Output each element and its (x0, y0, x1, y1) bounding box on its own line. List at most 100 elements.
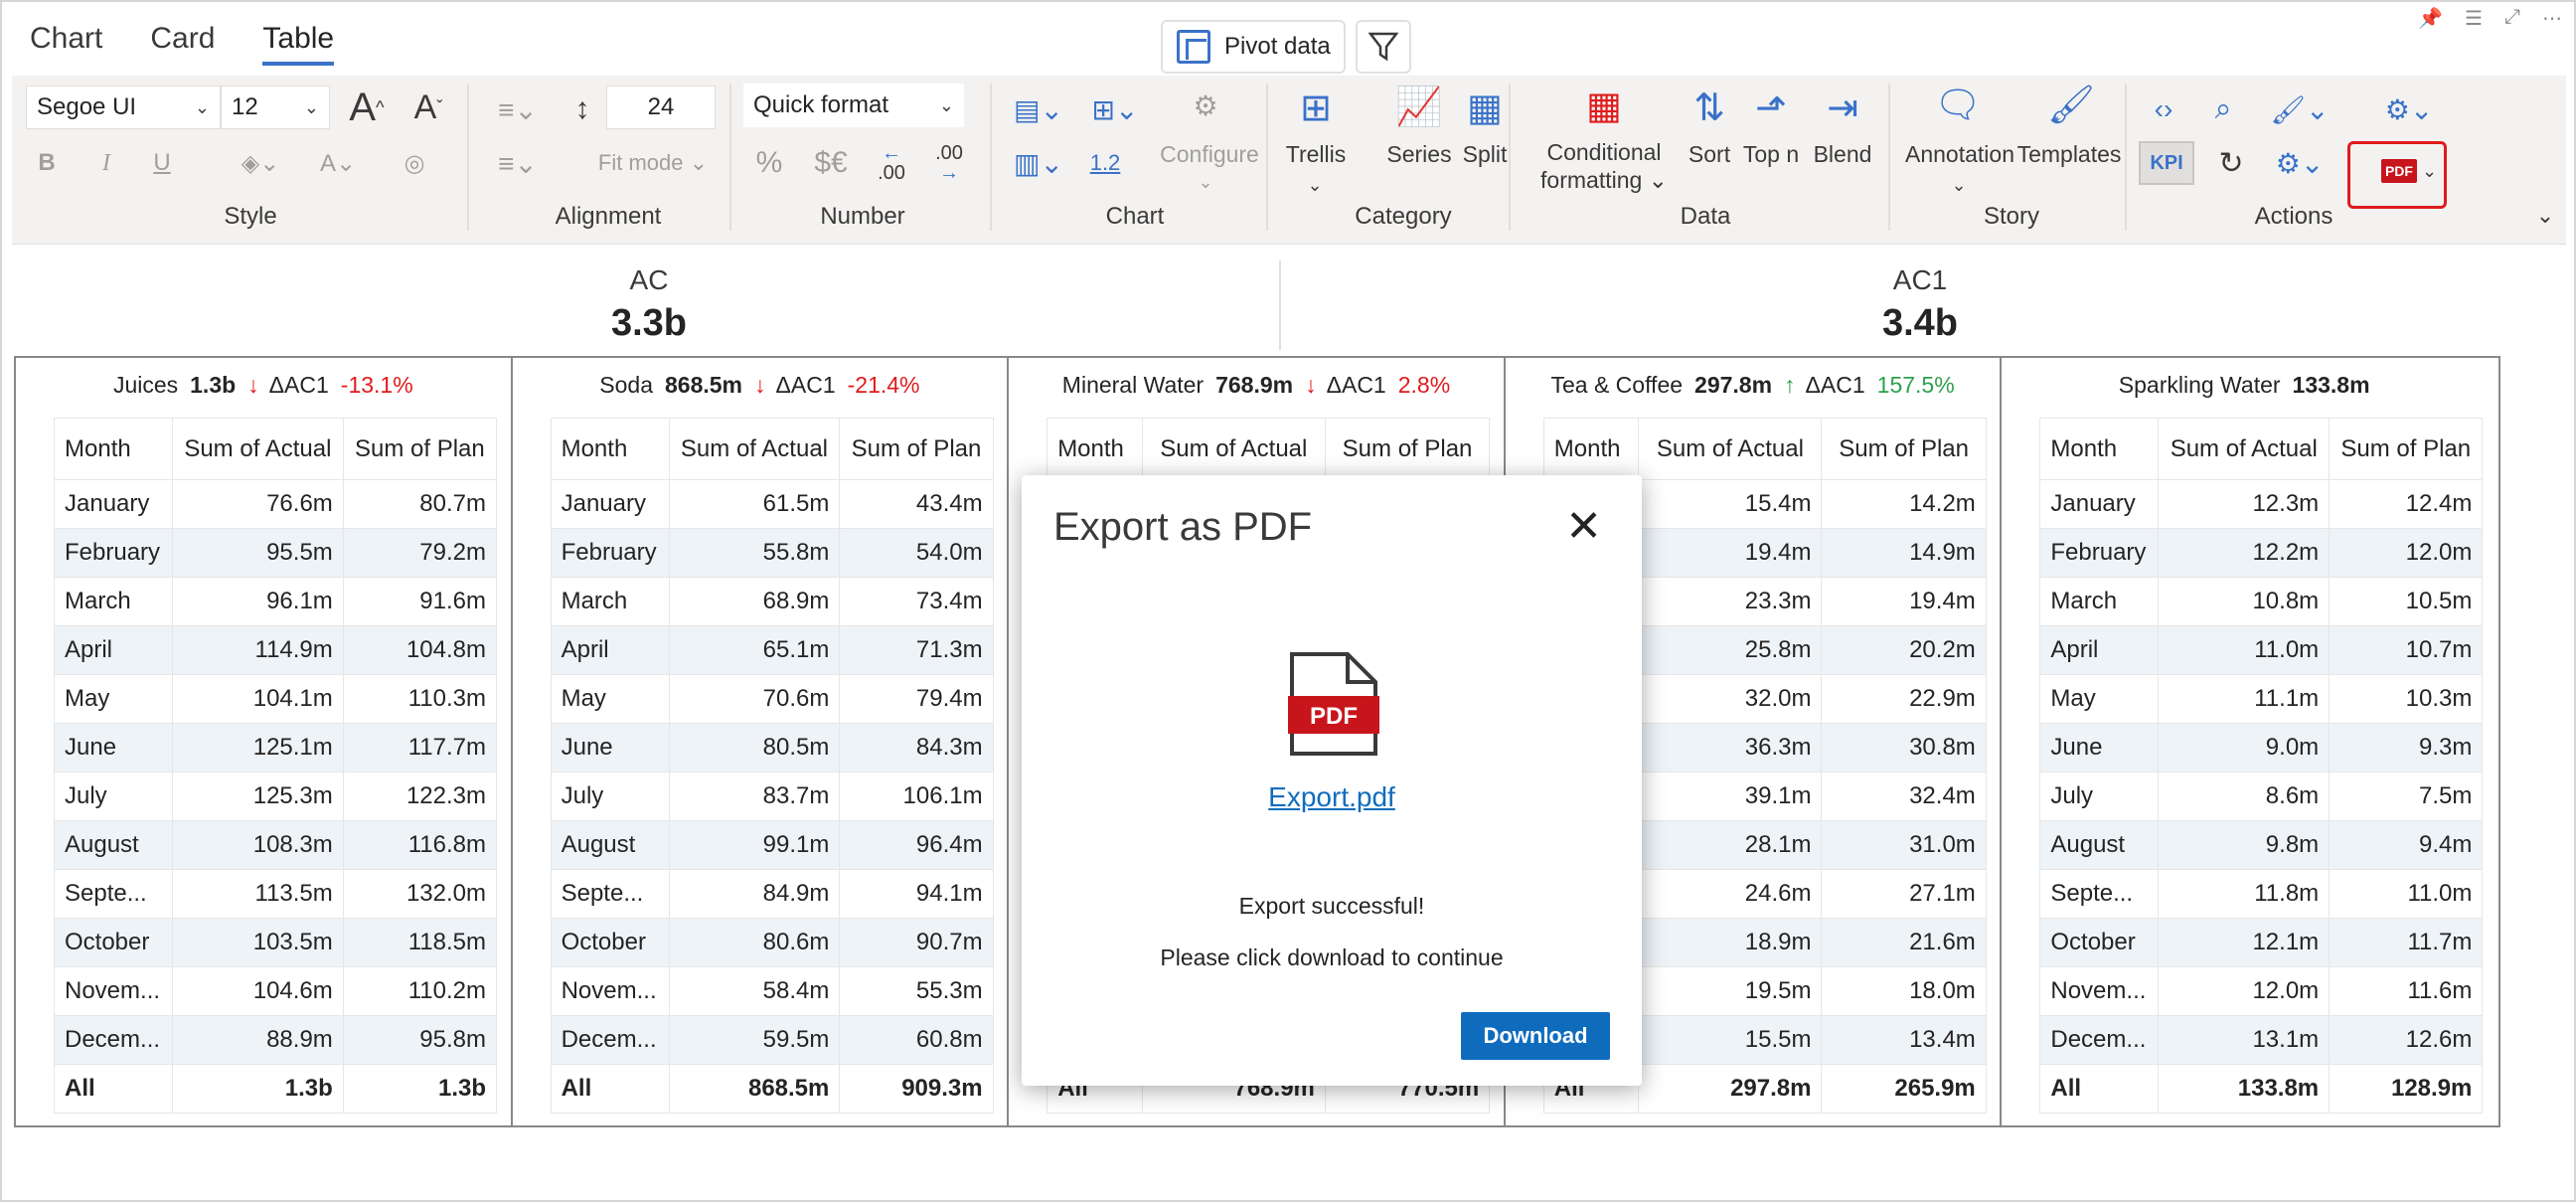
search-icon[interactable]: ⌕ (2198, 87, 2248, 131)
table-row: February 12.2m 12.0m (2039, 528, 2484, 578)
chevron-down-icon[interactable]: ⌄ (1300, 171, 1330, 199)
fit-mode-select[interactable]: Fit mode ⌄ (588, 143, 718, 183)
table-cell: 84.9m (668, 869, 841, 919)
table-cell: 132.0m (342, 869, 498, 919)
link-icon[interactable]: ‹› (2139, 87, 2188, 131)
table-cell: 10.3m (2329, 674, 2484, 724)
column-header[interactable]: Sum of Actual (668, 418, 841, 480)
table-cell: 30.8m (1821, 723, 1987, 773)
close-icon[interactable]: ✕ (1565, 505, 1602, 549)
table-cell: February (2039, 528, 2160, 578)
decrease-decimal-button[interactable]: ← .00 (867, 139, 916, 187)
column-header[interactable]: Sum of Plan (839, 418, 994, 480)
chevron-down-icon[interactable]: ⌄ (1944, 171, 1974, 199)
bar-layout-icon[interactable]: ▥⌄ (1004, 141, 1073, 185)
top-n-icon[interactable]: ⬏ (1741, 86, 1801, 130)
filter-lines-icon[interactable]: ☰ (2465, 6, 2483, 31)
column-header[interactable]: Sum of Plan (342, 418, 498, 480)
series-icon[interactable]: 📈 (1389, 86, 1449, 129)
table-header-row: Month Sum of Actual Sum of Plan (550, 418, 994, 480)
column-header[interactable]: Sum of Plan (2329, 418, 2484, 480)
currency-format-button[interactable]: $€ (803, 141, 859, 185)
table-cell: Decem... (550, 1015, 670, 1065)
column-header[interactable]: Month (550, 418, 670, 480)
kpi-button[interactable]: KPI (2139, 141, 2194, 185)
table-cell: 76.6m (171, 479, 344, 529)
annotation-icon[interactable]: 🗨 (1928, 84, 1988, 127)
pivot-data-label: Pivot data (1224, 33, 1331, 60)
column-header[interactable]: Month (1542, 418, 1640, 480)
vertical-align-icon[interactable]: ≡⌄ (483, 143, 553, 183)
column-header[interactable]: Sum of Plan (1324, 418, 1491, 480)
table-cell: May (54, 674, 173, 724)
blend-icon[interactable]: ⇥ (1813, 86, 1872, 130)
font-grow-icon[interactable]: A ^ (344, 84, 390, 131)
increase-decimal-button[interactable]: .00 → (924, 139, 974, 187)
settings-icon[interactable]: ⚙⌄ (2260, 141, 2339, 185)
layout-icon[interactable]: ⊞⌄ (1077, 87, 1153, 131)
font-size-select[interactable]: 12 ⌄ (221, 86, 330, 129)
table-cell: 95.8m (342, 1015, 498, 1065)
column-header[interactable]: Sum of Actual (2158, 418, 2331, 480)
table-row: February 95.5m 79.2m (54, 528, 498, 578)
chevron-down-icon[interactable]: ⌄ (1191, 167, 1220, 197)
configure-icon[interactable]: ⚙ (1171, 84, 1240, 127)
column-header[interactable]: Sum of Actual (1638, 418, 1823, 480)
tab-card[interactable]: Card (150, 22, 215, 66)
group-label-number: Number (820, 203, 905, 230)
pin-icon[interactable]: 📌 (2418, 6, 2443, 31)
tab-table[interactable]: Table (262, 22, 335, 66)
quick-format-select[interactable]: Quick format ⌄ (743, 84, 964, 127)
pivot-data-button[interactable]: Pivot data (1161, 20, 1346, 74)
font-color-icon[interactable]: A⌄ (306, 141, 370, 185)
kpi-ac-value: 3.3b (610, 302, 688, 344)
table-cell: 9.8m (2158, 820, 2331, 870)
collapse-ribbon-icon[interactable]: ⌄ (2530, 201, 2560, 231)
table-cell: October (550, 918, 670, 967)
table-cell: 94.1m (839, 869, 994, 919)
trellis-icon[interactable]: ⊞ (1286, 86, 1346, 130)
italic-icon[interactable]: I (91, 141, 121, 185)
horizontal-align-icon[interactable]: ≡⌄ (483, 89, 553, 129)
column-header[interactable]: Sum of Actual (1141, 418, 1326, 480)
align-bars-icon[interactable]: ▤⌄ (1004, 87, 1073, 131)
table-cell: 68.9m (668, 577, 841, 626)
column-header[interactable]: Month (1046, 418, 1143, 480)
export-settings-icon[interactable]: ⚙⌄ (2359, 87, 2459, 131)
quick-format-label: Quick format (753, 91, 889, 118)
export-file-link[interactable]: Export.pdf (1022, 781, 1642, 813)
hide-icon[interactable]: ◎ (390, 141, 439, 185)
tab-chart[interactable]: Chart (30, 22, 102, 66)
table-cell: 11.8m (2158, 869, 2331, 919)
table-cell: October (2039, 918, 2160, 967)
font-family-select[interactable]: Segoe UI ⌄ (26, 86, 221, 129)
column-header[interactable]: Sum of Plan (1821, 418, 1987, 480)
split-icon[interactable]: ▦ (1455, 86, 1515, 130)
download-button[interactable]: Download (1461, 1012, 1610, 1060)
scale-icon[interactable]: 1.2 (1077, 141, 1133, 185)
table-cell: 18.0m (1821, 966, 1987, 1016)
percent-format-button[interactable]: % (747, 141, 791, 185)
column-header[interactable]: Sum of Actual (171, 418, 344, 480)
refresh-icon[interactable]: ↻ (2206, 141, 2256, 185)
paint-brush-icon[interactable]: 🖌⌄ (2260, 87, 2339, 131)
fill-color-icon[interactable]: ◈⌄ (229, 141, 292, 185)
table-cell: June (54, 723, 173, 773)
filter-button[interactable] (1356, 20, 1411, 74)
column-header[interactable]: Month (54, 418, 173, 480)
line-height-input[interactable]: 24 (606, 86, 716, 129)
table-row: July 125.3m 122.3m (54, 772, 498, 821)
bold-icon[interactable]: B (32, 141, 62, 185)
table-total-row: All 1.3b 1.3b (54, 1064, 498, 1114)
table-cell: 79.2m (342, 528, 498, 578)
font-shrink-icon[interactable]: Aˇ (405, 84, 451, 131)
sort-icon[interactable]: ⇅ (1680, 86, 1739, 130)
conditional-formatting-icon[interactable]: ▦ (1574, 84, 1634, 128)
table-cell: 104.1m (171, 674, 344, 724)
more-icon[interactable]: ⋯ (2542, 6, 2562, 31)
table-cell: 70.6m (668, 674, 841, 724)
underline-icon[interactable]: U (147, 141, 177, 185)
templates-icon[interactable]: 🖌 (2041, 84, 2101, 127)
column-header[interactable]: Month (2039, 418, 2160, 480)
expand-icon[interactable]: ⤢ (2504, 6, 2520, 31)
